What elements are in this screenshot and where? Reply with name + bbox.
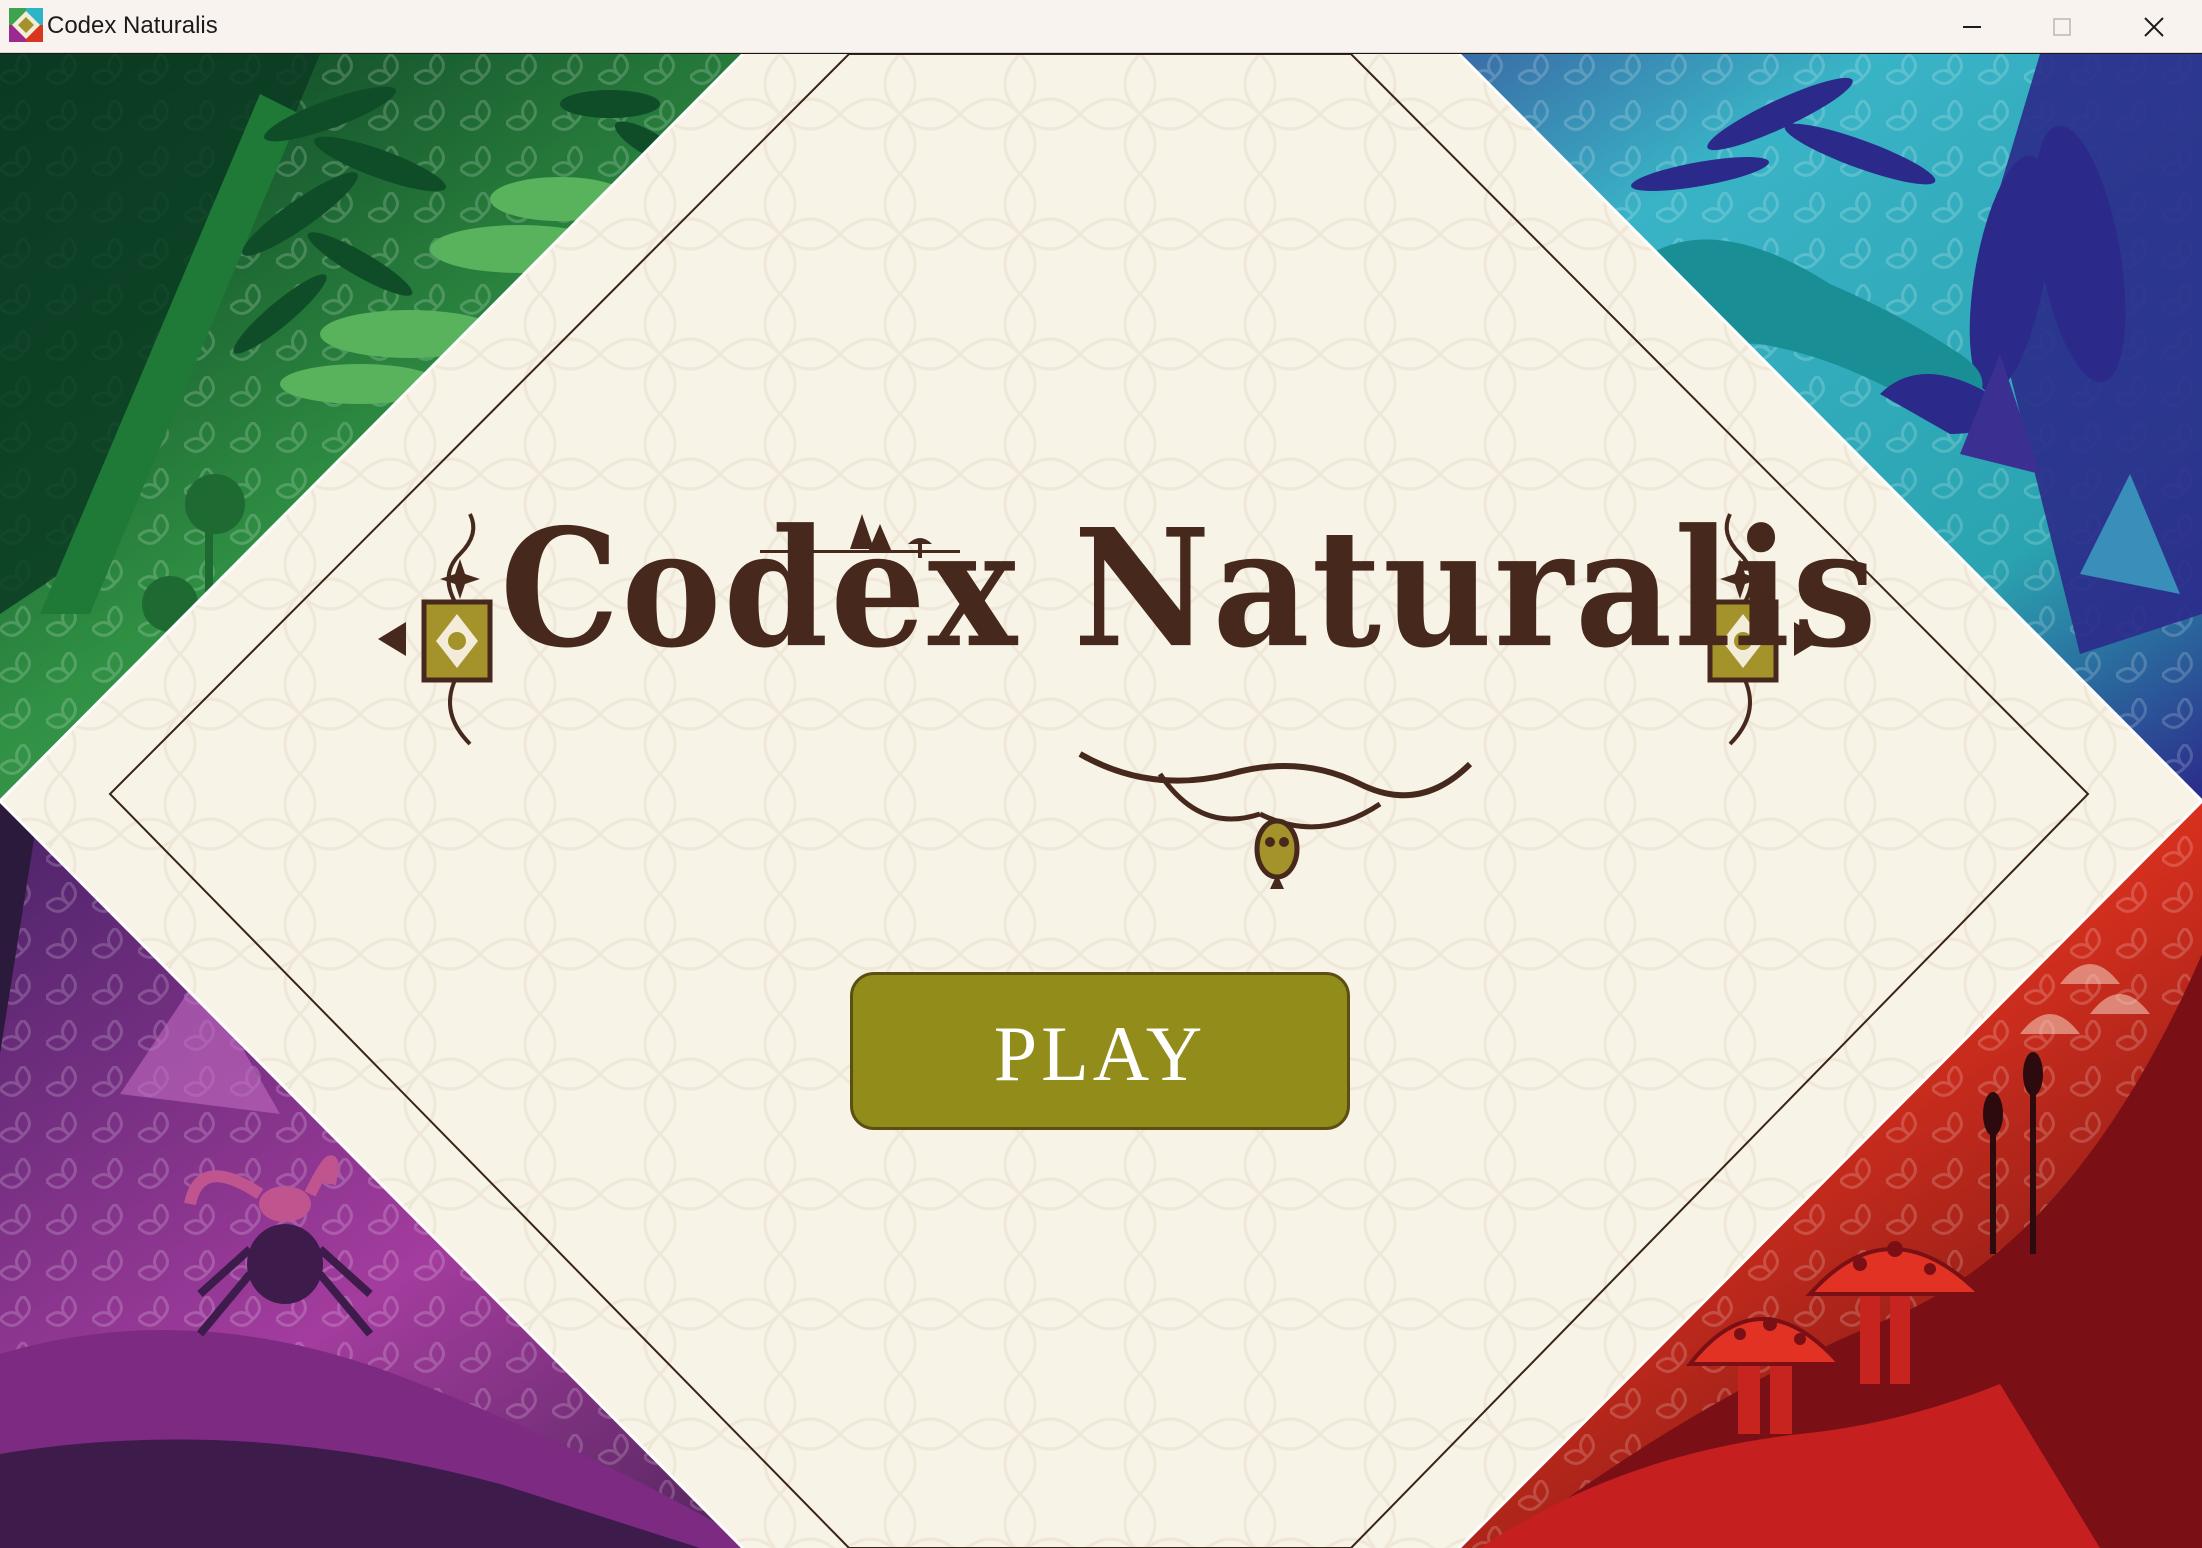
close-button[interactable] [2108, 0, 2200, 53]
app-icon [9, 8, 43, 42]
close-icon [2144, 16, 2164, 37]
game-canvas: Codex Naturalis PLAY [0, 54, 2202, 1548]
maximize-icon [2053, 17, 2071, 36]
game-logo: Codex Naturalis [500, 493, 1879, 685]
play-button-label: PLAY [993, 1010, 1207, 1097]
minimize-icon [1963, 25, 1981, 28]
minimize-button[interactable] [1926, 0, 2018, 53]
play-button[interactable]: PLAY [850, 972, 1350, 1130]
app-window: Codex Naturalis Codex Naturalis PLAY [0, 0, 2202, 1548]
window-title: Codex Naturalis [47, 12, 218, 39]
background-art [0, 54, 2202, 1548]
title-bar: Codex Naturalis [0, 0, 2202, 53]
maximize-button[interactable] [2016, 0, 2108, 53]
